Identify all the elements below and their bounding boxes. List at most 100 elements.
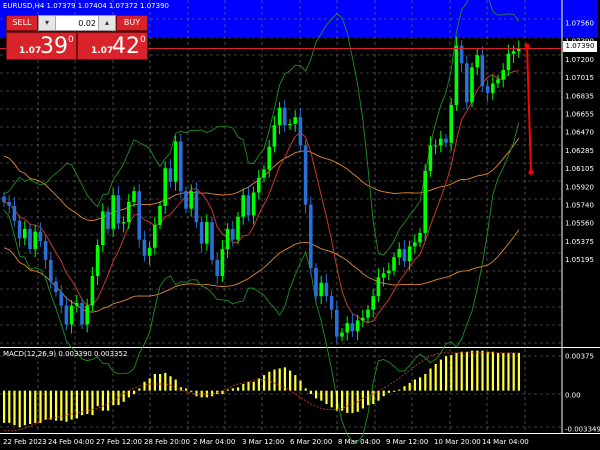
candle-body [220, 249, 225, 276]
candle-body [376, 277, 381, 297]
current-price-tag: 1.07390 [563, 41, 597, 52]
macd-histogram-bar [309, 390, 312, 394]
buy-price-big-digits: 42 [112, 34, 140, 59]
macd-histogram-bar [294, 375, 297, 391]
macd-histogram-bar [143, 381, 146, 391]
macd-histogram-bar [424, 374, 427, 391]
candle-body [465, 63, 469, 103]
macd-histogram-bar [429, 368, 432, 391]
candle-body [43, 240, 48, 260]
candle-body [2, 196, 6, 202]
macd-histogram-bar [445, 356, 448, 391]
macd-histogram-bar [268, 371, 271, 391]
candle-body [215, 259, 219, 276]
candle-body [90, 275, 95, 306]
candle-body [350, 323, 355, 332]
candle-body [413, 242, 417, 247]
candle-body [251, 192, 256, 216]
candle-body [132, 191, 136, 202]
macd-histogram-bar [174, 379, 177, 391]
price-chart[interactable]: 1.075601.073901.072001.070151.068351.066… [0, 0, 600, 450]
macd-histogram-bar [289, 370, 292, 391]
time-tick-label: 6 Mar 20:00 [290, 438, 332, 446]
macd-histogram-bar [361, 390, 364, 409]
candle-body [262, 169, 266, 178]
macd-histogram-bar [96, 390, 99, 407]
macd-histogram-bar [507, 352, 510, 391]
price-tick-label: 1.05195 [565, 256, 594, 264]
volume-increase-button[interactable]: ▴ [98, 16, 115, 30]
candle-body [7, 201, 11, 206]
candle-body [303, 145, 308, 205]
candle-body [38, 231, 43, 241]
macd-histogram-bar [403, 386, 406, 391]
candle-body [485, 86, 490, 93]
macd-histogram-bar [18, 390, 21, 428]
macd-histogram-bar [439, 359, 442, 391]
candle-body [387, 270, 391, 274]
candle-body [407, 246, 412, 262]
macd-histogram-bar [153, 374, 156, 391]
macd-histogram-bar [138, 388, 141, 391]
macd-histogram-bar [13, 390, 16, 426]
price-tick-label: 1.07560 [565, 20, 594, 28]
volume-decrease-button[interactable]: ▾ [39, 16, 56, 30]
macd-histogram-bar [159, 374, 162, 391]
candle-body [454, 45, 459, 106]
macd-histogram-bar [299, 380, 302, 391]
macd-histogram-bar [372, 390, 375, 404]
candle-body [80, 302, 84, 325]
macd-histogram-bar [133, 390, 136, 394]
macd-histogram-bar [107, 390, 110, 411]
price-tick-label: 1.06655 [565, 111, 594, 119]
candle-body [381, 273, 386, 278]
candle-body [496, 79, 500, 84]
candle-body [272, 125, 277, 147]
macd-histogram-bar [387, 390, 390, 393]
sell-price-button[interactable]: 1.07 39 0 [6, 32, 77, 60]
macd-histogram-bar [29, 390, 32, 424]
candle-body [179, 141, 183, 192]
macd-histogram-bar [185, 388, 188, 391]
candle-body [277, 107, 282, 126]
candle-body [194, 191, 199, 223]
candle-body [475, 55, 479, 68]
candle-body [506, 53, 511, 71]
candle-body [210, 222, 214, 260]
candle-body [106, 211, 110, 229]
buy-price-superscript: 0 [140, 35, 146, 45]
sell-price-big-digits: 39 [40, 34, 68, 59]
candle-body [319, 282, 323, 297]
candle-body [54, 281, 58, 293]
candle-body [121, 222, 126, 224]
macd-histogram-bar [335, 390, 338, 411]
macd-histogram-bar [382, 390, 385, 397]
sell-button[interactable]: SELL [6, 15, 38, 31]
candle-body [345, 323, 349, 333]
macd-histogram-bar [231, 388, 234, 391]
buy-button[interactable]: BUY [116, 15, 148, 31]
macd-indicator-label: MACD(12,26,9) 0.003390 0.003352 [3, 350, 128, 358]
macd-histogram-bar [263, 375, 266, 391]
macd-histogram-bar [252, 381, 255, 391]
candle-body [12, 205, 17, 221]
candle-body [335, 309, 339, 337]
macd-histogram-bar [3, 390, 6, 423]
macd-histogram-bar [169, 376, 172, 391]
volume-input[interactable] [56, 16, 98, 30]
trend-line-anchor-start [524, 43, 530, 49]
candle-body [101, 211, 105, 246]
price-tick-label: 1.06470 [565, 129, 594, 137]
macd-histogram-bar [75, 390, 78, 419]
buy-price-button[interactable]: 1.07 42 0 [77, 32, 148, 60]
candle-body [116, 195, 121, 224]
macd-histogram-bar [460, 351, 463, 391]
candle-body [314, 267, 318, 297]
candle-body [397, 249, 401, 258]
macd-histogram-bar [278, 368, 281, 391]
candle-body [449, 105, 453, 143]
candle-body [257, 177, 261, 193]
macd-histogram-bar [23, 390, 26, 426]
candle-body [225, 228, 230, 250]
sell-price-prefix: 1.07 [19, 46, 42, 56]
